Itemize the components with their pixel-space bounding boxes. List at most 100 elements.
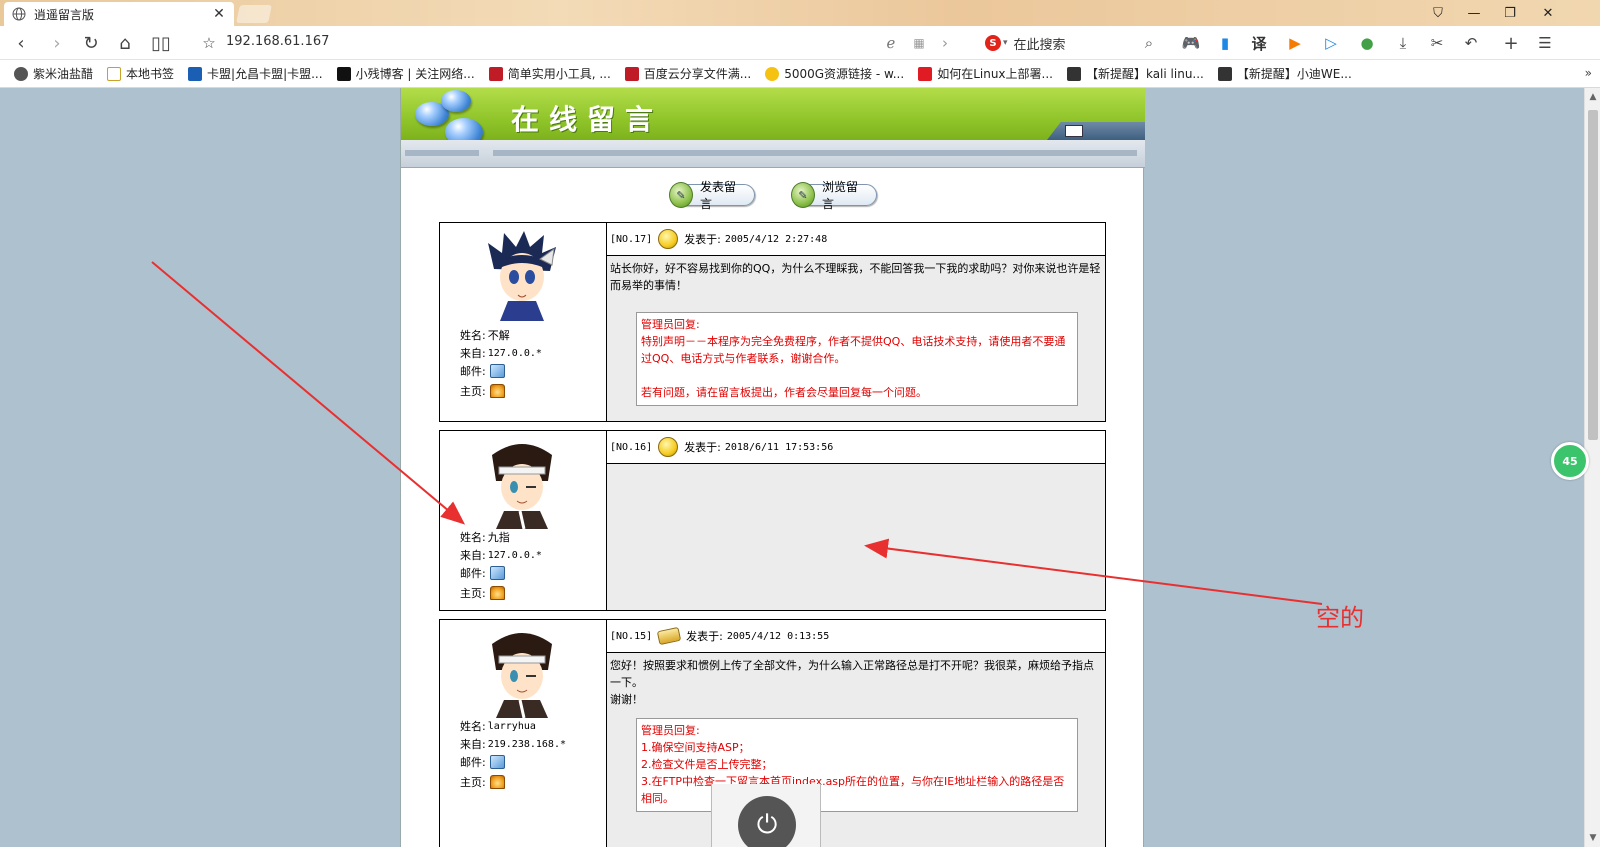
tab-active[interactable]: 逍遥留言版 ✕ xyxy=(4,2,234,26)
posted-at-label: 发表于: xyxy=(684,233,721,246)
menu-icon[interactable]: ☰ xyxy=(1534,32,1556,54)
page-viewport: 在线留言 ✎ 发表留言 ✎ 浏览留言 姓名: 不解 来自: 127.0.0.* … xyxy=(0,88,1584,847)
address-bar[interactable]: 192.168.61.167 xyxy=(226,34,329,49)
search-input[interactable]: 在此搜索 xyxy=(1014,34,1066,53)
admin-reply: 管理员回复: 1.确保空间支持ASP； 2.检查文件是否上传完整； 3.在FTP… xyxy=(636,718,1078,812)
search-icon[interactable]: ⌕ xyxy=(1138,32,1160,54)
scroll-up-icon[interactable]: ▲ xyxy=(1585,92,1600,102)
homepage-icon[interactable] xyxy=(489,384,505,398)
home-icon[interactable]: ⌂ xyxy=(114,32,136,54)
bookmark-label: 卡盟|允昌卡盟|卡盟... xyxy=(207,67,323,81)
reload-icon[interactable]: ↻ xyxy=(80,32,102,54)
scissors-icon[interactable]: ✂ xyxy=(1426,32,1448,54)
power-widget: ⏻ xyxy=(711,784,821,847)
message-header: [NO.15] 发表于: 2005/4/12 0:13:55 xyxy=(607,620,1105,653)
message-header: [NO.16] 发表于: 2018/6/11 17:53:56 xyxy=(607,431,1105,464)
post-message-button[interactable]: ✎ 发表留言 xyxy=(669,180,755,211)
bookmark-item[interactable]: 卡盟|允昌卡盟|卡盟... xyxy=(188,65,323,82)
scroll-thumb[interactable] xyxy=(1588,110,1598,440)
power-icon[interactable]: ⏻ xyxy=(738,796,796,847)
home-label: 主页: xyxy=(460,776,486,789)
user-panel: 姓名: 九指 来自: 127.0.0.* 邮件: 主页: xyxy=(440,431,607,610)
side-badge[interactable]: 45 xyxy=(1551,442,1589,480)
banner-bar xyxy=(401,140,1145,168)
admin-reply-label: 管理员回复: xyxy=(641,318,700,331)
message-header: [NO.17] 发表于: 2005/4/12 2:27:48 xyxy=(607,223,1105,256)
shirt-icon[interactable]: ⛉ xyxy=(1420,0,1456,26)
reader-icon[interactable]: ▯▯ xyxy=(150,32,172,54)
page-title: 在线留言 xyxy=(511,103,664,136)
restore-icon[interactable]: ❐ xyxy=(1492,0,1528,26)
bookmark-label: 【新提醒】kali linu... xyxy=(1085,67,1204,81)
posted-at-label: 发表于: xyxy=(684,441,721,454)
emoticon-icon xyxy=(658,437,679,457)
name-label: 姓名: xyxy=(460,720,486,733)
bookmark-item[interactable]: 紫米油盐醋 xyxy=(14,65,93,82)
chevron-down-icon[interactable]: ▾ xyxy=(1003,38,1008,48)
guestbook-page: 在线留言 ✎ 发表留言 ✎ 浏览留言 姓名: 不解 来自: 127.0.0.* … xyxy=(400,88,1145,847)
mail-icon[interactable] xyxy=(489,566,505,580)
globe-icon xyxy=(12,7,26,21)
bookmark-label: 如何在Linux上部署... xyxy=(937,67,1053,81)
search-engine-icon[interactable]: S xyxy=(985,35,1001,51)
bookmark-item[interactable]: 5000G资源链接 - w... xyxy=(765,65,904,82)
game-icon[interactable]: 🎮 xyxy=(1180,32,1202,54)
qr-icon[interactable]: ▦ xyxy=(908,32,930,54)
translate-icon[interactable]: 译 xyxy=(1248,32,1270,54)
message-time: 2018/6/11 17:53:56 xyxy=(724,441,834,453)
avatar xyxy=(492,444,552,529)
close-tab-icon[interactable]: ✕ xyxy=(212,6,226,22)
user-panel: 姓名: larryhua 来自: 219.238.168.* 邮件: 主页: xyxy=(440,620,607,847)
name-label: 姓名: xyxy=(460,531,486,544)
phone-icon[interactable]: ▮ xyxy=(1214,32,1236,54)
message-body: 您好！按照要求和惯例上传了全部文件，为什么输入正常路径总是打不开呢？我很菜，麻烦… xyxy=(607,653,1105,847)
bookmark-item[interactable]: 简单实用小工具, ... xyxy=(488,65,611,82)
bookmark-icon xyxy=(918,66,933,81)
scroll-down-icon[interactable]: ▼ xyxy=(1585,833,1600,843)
chevron-right-icon[interactable]: › xyxy=(934,32,956,54)
tab-title: 逍遥留言版 xyxy=(34,7,95,22)
homepage-icon[interactable] xyxy=(489,586,505,600)
mail-icon[interactable] xyxy=(489,755,505,769)
bookmark-item[interactable]: 如何在Linux上部署... xyxy=(918,65,1053,82)
user-ip-row: 来自: 219.238.168.* xyxy=(460,736,566,752)
avatar xyxy=(488,231,556,321)
mail-icon[interactable] xyxy=(489,364,505,378)
chat-icon[interactable]: ● xyxy=(1356,32,1378,54)
download-icon[interactable]: ⤓ xyxy=(1392,32,1414,54)
bookmark-item[interactable]: 本地书签 xyxy=(107,65,174,82)
bookmark-label: 紫米油盐醋 xyxy=(33,67,94,81)
homepage-icon[interactable] xyxy=(489,775,505,789)
bookmark-item[interactable]: 百度云分享文件满... xyxy=(624,65,751,82)
admin-reply-text: 2.检查文件是否上传完整； xyxy=(641,758,773,771)
video-icon[interactable]: ▶ xyxy=(1284,32,1306,54)
bookmark-icon xyxy=(1217,66,1232,81)
bookmark-item[interactable]: 【新提醒】小迪WE... xyxy=(1217,65,1352,82)
user-mail-row: 邮件: xyxy=(460,754,505,770)
from-label: 来自: xyxy=(460,549,486,562)
bookmark-item[interactable]: 小残博客 | 关注网络... xyxy=(336,65,475,82)
forward-icon[interactable]: › xyxy=(46,32,68,54)
navigation-bar: ‹ › ↻ ⌂ ▯▯ ☆ 192.168.61.167 ℯ ▦ › S ▾ 在此… xyxy=(0,26,1600,60)
user-ip: 127.0.0.* xyxy=(487,347,542,359)
user-home-row: 主页: xyxy=(460,774,505,790)
play-icon[interactable]: ▷ xyxy=(1320,32,1342,54)
user-ip: 127.0.0.* xyxy=(487,549,542,561)
star-icon[interactable]: ☆ xyxy=(198,32,220,54)
close-window-icon[interactable]: ✕ xyxy=(1530,0,1566,26)
new-tab-button[interactable] xyxy=(236,5,272,23)
bookmark-icon xyxy=(488,66,503,81)
name-label: 姓名: xyxy=(460,329,486,342)
banner: 在线留言 xyxy=(401,88,1145,146)
ie-icon[interactable]: ℯ xyxy=(880,32,902,54)
undo-icon[interactable]: ↶ xyxy=(1460,32,1482,54)
bookmark-item[interactable]: 【新提醒】kali linu... xyxy=(1066,65,1204,82)
browse-messages-button[interactable]: ✎ 浏览留言 xyxy=(791,180,877,211)
user-home-row: 主页: xyxy=(460,585,505,601)
more-bookmarks-icon[interactable]: » xyxy=(1585,66,1592,80)
back-icon[interactable]: ‹ xyxy=(10,32,32,54)
banner-decoration xyxy=(1047,122,1145,140)
minimize-icon[interactable]: — xyxy=(1456,0,1492,26)
emoticon-icon xyxy=(658,229,679,249)
plus-icon[interactable]: + xyxy=(1500,32,1522,54)
